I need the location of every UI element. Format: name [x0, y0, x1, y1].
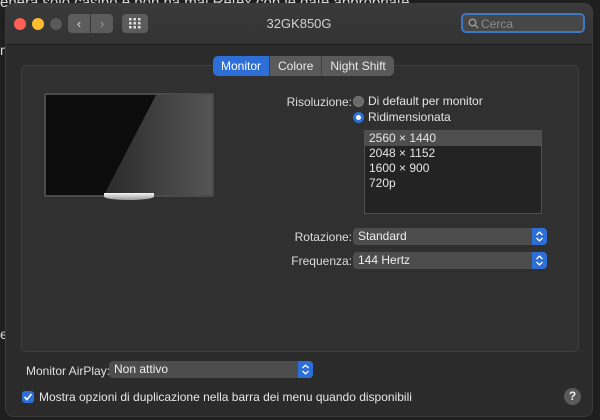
tab-night-shift[interactable]: Night Shift — [322, 56, 393, 76]
list-item[interactable]: 2560 × 1440 — [365, 131, 541, 146]
radio-scaled-resolution[interactable]: Ridimensionata — [353, 110, 451, 124]
monitor-panel: Risoluzione: Di default per monitor Ridi… — [21, 65, 579, 352]
monitor-image — [44, 93, 214, 197]
airplay-select[interactable]: Non attivo — [109, 361, 313, 378]
chevron-updown-icon — [532, 228, 547, 245]
chevron-updown-icon — [298, 361, 313, 378]
resolution-list[interactable]: 2560 × 1440 2048 × 1152 1600 × 900 720p — [364, 130, 542, 214]
monitor-stand — [104, 193, 154, 200]
radio-label: Di default per monitor — [368, 94, 483, 108]
search-input[interactable] — [481, 16, 581, 31]
checkmark-icon — [23, 393, 33, 401]
select-value: Standard — [358, 229, 407, 243]
display-preferences-window: ‹ › 32GK850G Monitor Colore Night Shift — [6, 4, 592, 416]
tab-monitor[interactable]: Monitor — [213, 56, 271, 76]
list-item[interactable]: 720p — [365, 176, 541, 191]
radio-default-resolution[interactable]: Di default per monitor — [353, 94, 483, 108]
title-bar: ‹ › 32GK850G — [6, 4, 592, 45]
mirroring-option[interactable]: Mostra opzioni di duplicazione nella bar… — [22, 390, 412, 404]
rotation-label: Rotazione: — [294, 230, 352, 244]
help-button[interactable]: ? — [564, 388, 581, 405]
radio-label: Ridimensionata — [368, 110, 451, 124]
list-item[interactable]: 2048 × 1152 — [365, 146, 541, 161]
rotation-select[interactable]: Standard — [353, 228, 547, 245]
select-value: 144 Hertz — [358, 253, 411, 267]
checkbox[interactable] — [22, 391, 34, 403]
list-item[interactable]: 1600 × 900 — [365, 161, 541, 176]
search-icon — [468, 18, 479, 29]
radio-button[interactable] — [353, 95, 364, 107]
tab-colore[interactable]: Colore — [270, 56, 323, 76]
checkbox-label: Mostra opzioni di duplicazione nella bar… — [39, 390, 412, 404]
airplay-label: Monitor AirPlay: — [26, 364, 111, 378]
search-field[interactable] — [461, 13, 585, 33]
monitor-reflection-graphic — [104, 95, 212, 195]
tab-bar: Monitor Colore Night Shift — [213, 56, 394, 76]
radio-button[interactable] — [353, 111, 364, 123]
refresh-rate-select[interactable]: 144 Hertz — [353, 252, 547, 269]
refresh-rate-label: Frequenza: — [291, 254, 352, 268]
resolution-label: Risoluzione: — [286, 95, 352, 109]
select-value: Non attivo — [114, 362, 169, 376]
chevron-updown-icon — [532, 252, 547, 269]
